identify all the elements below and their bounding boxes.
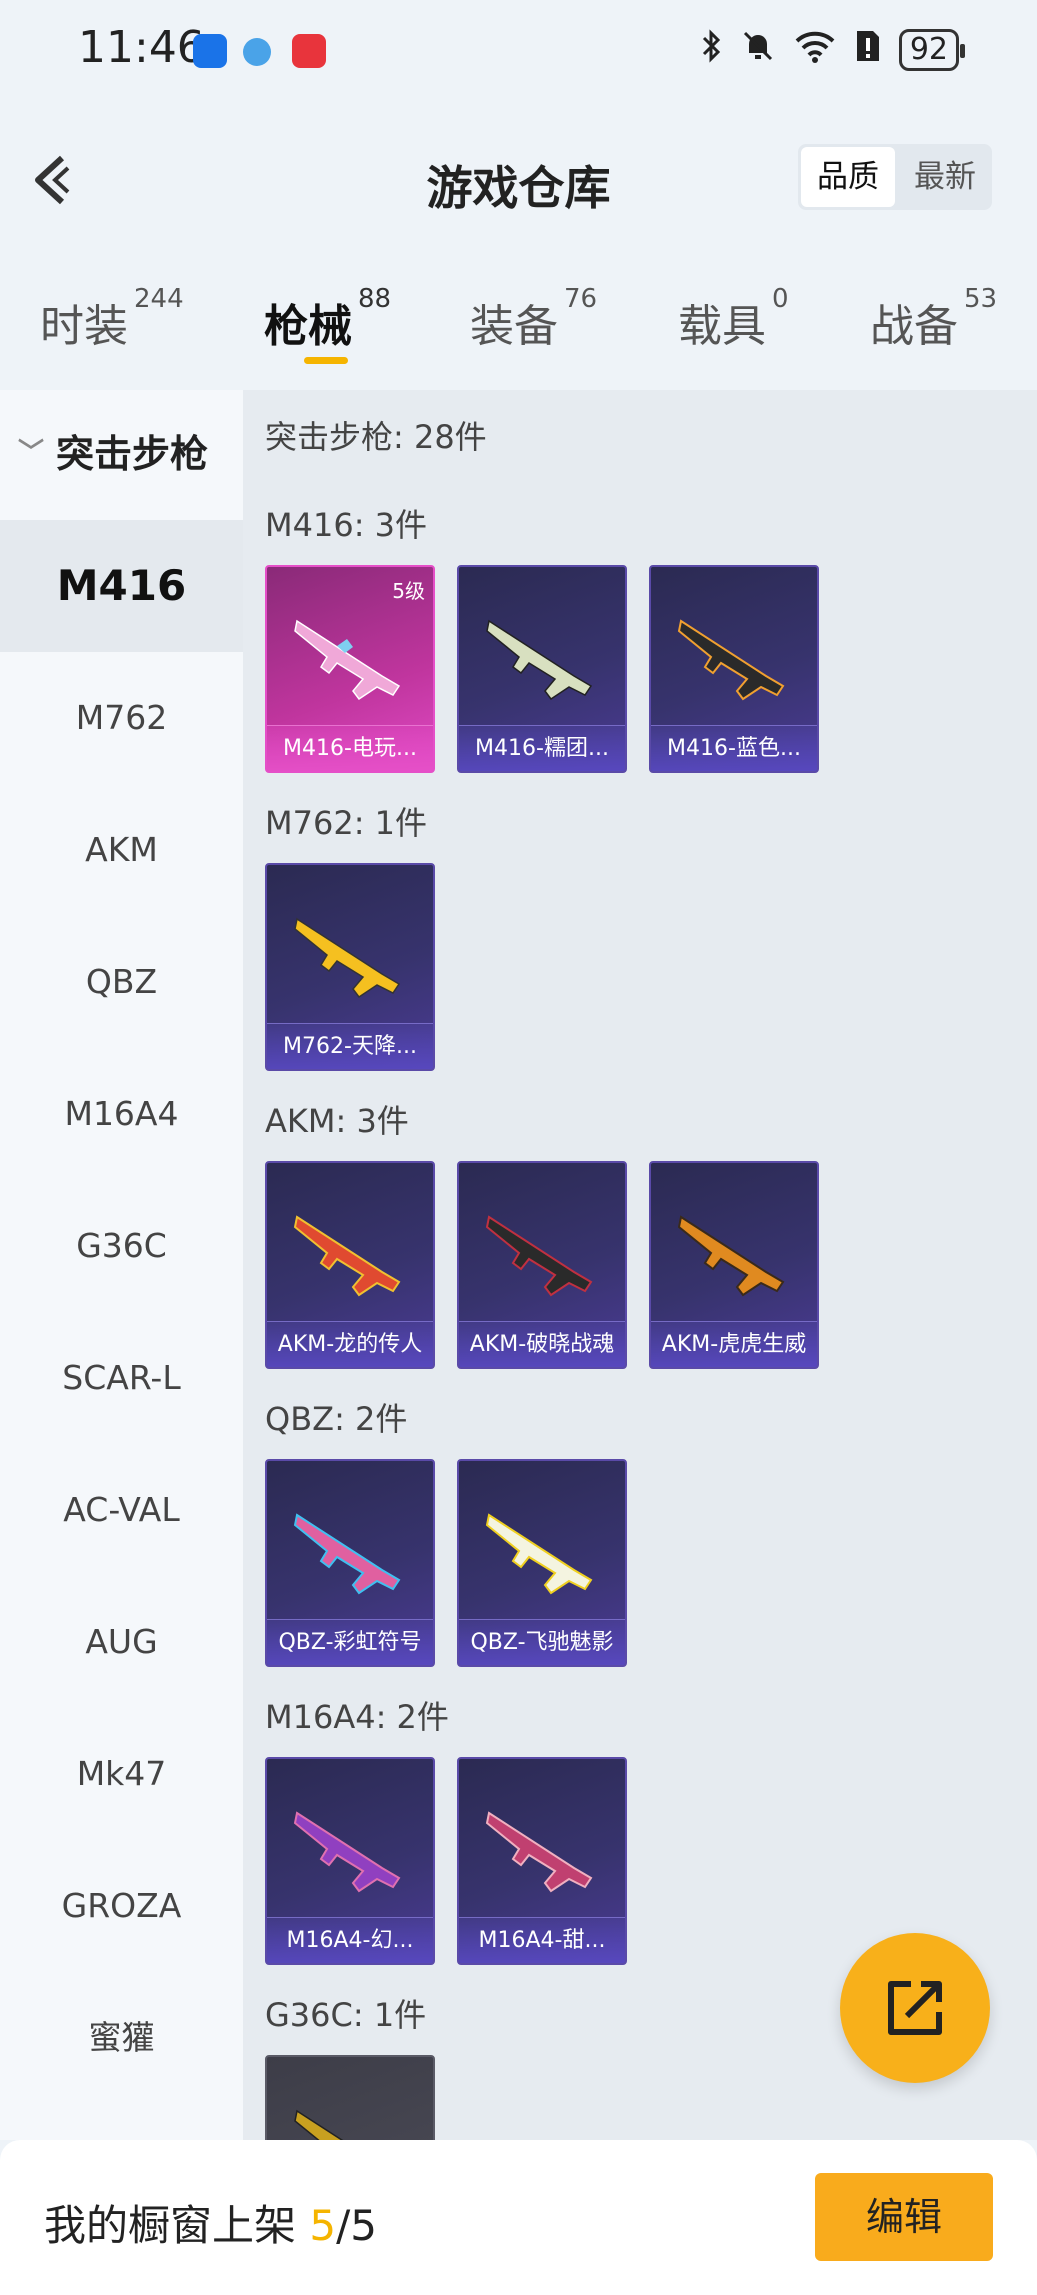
rifle-icon — [677, 1215, 785, 1297]
sidebar-item-scar-l[interactable]: SCAR-L — [0, 1312, 243, 1444]
weapon-card[interactable]: AKM-虎虎生威 — [649, 1161, 819, 1369]
tab-vehicles[interactable]: 载具0 — [678, 284, 789, 354]
rifle-icon — [294, 619, 401, 701]
sidebar-item-m16a4[interactable]: M16A4 — [0, 1048, 243, 1180]
sidebar-item-qbz[interactable]: QBZ — [0, 916, 243, 1048]
tab-count: 0 — [772, 284, 789, 314]
section-title: M16A4: 2件 — [265, 1698, 449, 1736]
sidebar-item-m762[interactable]: M762 — [0, 652, 243, 784]
weather-app-icon — [193, 34, 227, 68]
sidebar-item-m416[interactable]: M416 — [0, 520, 243, 652]
rifle-icon — [677, 619, 785, 701]
browser-app-icon — [243, 38, 271, 66]
category-header[interactable]: ﹀ 突击步枪 — [0, 410, 243, 490]
weapon-name: AKM-虎虎生威 — [651, 1321, 817, 1367]
weapon-name: QBZ-彩虹符号 — [267, 1619, 433, 1665]
tab-supplies[interactable]: 战备53 — [870, 284, 997, 354]
active-tab-indicator — [304, 357, 348, 364]
weapon-card[interactable]: M16A4-幻... — [265, 1757, 435, 1965]
tab-label: 战备 — [870, 301, 958, 352]
sidebar-item-g36c[interactable]: G36C — [0, 1180, 243, 1312]
weapon-card[interactable] — [265, 2055, 435, 2140]
tab-count: 76 — [564, 284, 598, 314]
tab-label: 装备 — [470, 301, 558, 352]
tab-fashion[interactable]: 时装244 — [40, 284, 184, 354]
sort-quality-button[interactable]: 品质 — [801, 147, 895, 207]
tab-count: 53 — [964, 284, 998, 314]
battery-indicator: 92 — [898, 29, 966, 71]
status-time: 11:46 — [78, 22, 205, 73]
sidebar-item-groza[interactable]: GROZA — [0, 1840, 243, 1972]
tab-label: 载具 — [678, 301, 766, 352]
sidebar-item-akm[interactable]: AKM — [0, 784, 243, 916]
bluetooth-icon — [701, 28, 723, 72]
weapon-name: M416-蓝色... — [651, 725, 817, 771]
weapon-name: AKM-龙的传人 — [267, 1321, 433, 1367]
tab-label: 时装 — [40, 301, 128, 352]
rifle-icon — [294, 2109, 344, 2140]
tab-count: 244 — [134, 284, 184, 314]
header: 游戏仓库 品质 最新 — [0, 100, 1037, 260]
sim-alert-icon — [855, 29, 881, 72]
mute-icon — [741, 29, 775, 72]
shelf-total: /5 — [336, 2201, 377, 2250]
sidebar-item-mk47[interactable]: Mk47 — [0, 1708, 243, 1840]
section-title: M762: 1件 — [265, 804, 428, 842]
section-title: M416: 3件 — [265, 506, 428, 544]
share-button[interactable] — [840, 1933, 990, 2083]
sort-latest-button[interactable]: 最新 — [898, 144, 992, 210]
rifle-icon — [485, 1811, 593, 1893]
shelf-label: 我的橱窗上架 — [44, 2201, 297, 2250]
rifle-icon — [485, 1215, 593, 1297]
weapon-name: QBZ-飞驰魅影 — [459, 1619, 625, 1665]
weapon-card[interactable]: AKM-龙的传人 — [265, 1161, 435, 1369]
status-icons: 92 — [701, 28, 966, 72]
wifi-icon — [793, 29, 837, 72]
tab-firearms[interactable]: 枪械88 — [264, 284, 391, 354]
sidebar-item-ac-val[interactable]: AC-VAL — [0, 1444, 243, 1576]
weapon-name: M16A4-幻... — [267, 1917, 433, 1963]
shelf-count: 5 — [309, 2201, 337, 2250]
weapon-card[interactable]: M16A4-甜... — [457, 1757, 627, 1965]
section-title: G36C: 1件 — [265, 1996, 427, 2034]
weapon-sidebar: ﹀ 突击步枪 M416 M762 AKM QBZ M16A4 G36C SCAR… — [0, 390, 243, 2140]
weapon-name: M762-天降... — [267, 1023, 433, 1069]
section-title: QBZ: 2件 — [265, 1400, 408, 1438]
rifle-icon — [293, 1513, 401, 1595]
weapon-card[interactable]: QBZ-彩虹符号 — [265, 1459, 435, 1667]
weapon-card[interactable]: M762-天降... — [265, 863, 435, 1071]
tab-equipment[interactable]: 装备76 — [470, 284, 597, 354]
sort-toggle: 品质 最新 — [798, 144, 992, 210]
weapon-card[interactable]: M416-蓝色... — [649, 565, 819, 773]
edit-button[interactable]: 编辑 — [815, 2173, 993, 2261]
share-icon — [888, 1981, 942, 2035]
tab-count: 88 — [358, 284, 392, 314]
tab-label: 枪械 — [264, 301, 352, 352]
chevron-down-icon: ﹀ — [18, 437, 45, 468]
weapon-name: M416-电玩... — [267, 725, 433, 771]
weapon-card[interactable]: QBZ-飞驰魅影 — [457, 1459, 627, 1667]
section-title: AKM: 3件 — [265, 1102, 409, 1140]
weapon-card[interactable]: M416-糯团... — [457, 565, 627, 773]
rifle-icon — [293, 1215, 401, 1297]
total-count: 突击步枪: 28件 — [265, 418, 487, 456]
rifle-icon — [486, 619, 593, 701]
category-tabs: 时装244 枪械88 装备76 载具0 战备53 — [0, 280, 1037, 380]
rifle-icon — [293, 1811, 401, 1893]
weapon-grid: 突击步枪: 28件 M416: 3件 5级 M416-电玩... M416-糯团… — [243, 390, 1037, 2140]
rifle-icon — [485, 1513, 593, 1595]
sidebar-item-aug[interactable]: AUG — [0, 1576, 243, 1708]
weapon-name: M416-糯团... — [459, 725, 625, 771]
category-label: 突击步枪 — [56, 431, 209, 476]
appgallery-icon — [292, 34, 326, 68]
weapon-name: M16A4-甜... — [459, 1917, 625, 1963]
sidebar-item-honey-badger[interactable]: 蜜獾 — [0, 1972, 243, 2104]
bottom-bar: 我的橱窗上架 5/5 编辑 — [0, 2140, 1037, 2295]
status-bar: 11:46 92 — [0, 0, 1037, 100]
rifle-icon — [294, 917, 401, 999]
weapon-card[interactable]: 5级 M416-电玩... — [265, 565, 435, 773]
weapon-name: AKM-破晓战魂 — [459, 1321, 625, 1367]
shelf-status: 我的橱窗上架 5/5 — [44, 2192, 377, 2253]
weapon-card[interactable]: AKM-破晓战魂 — [457, 1161, 627, 1369]
